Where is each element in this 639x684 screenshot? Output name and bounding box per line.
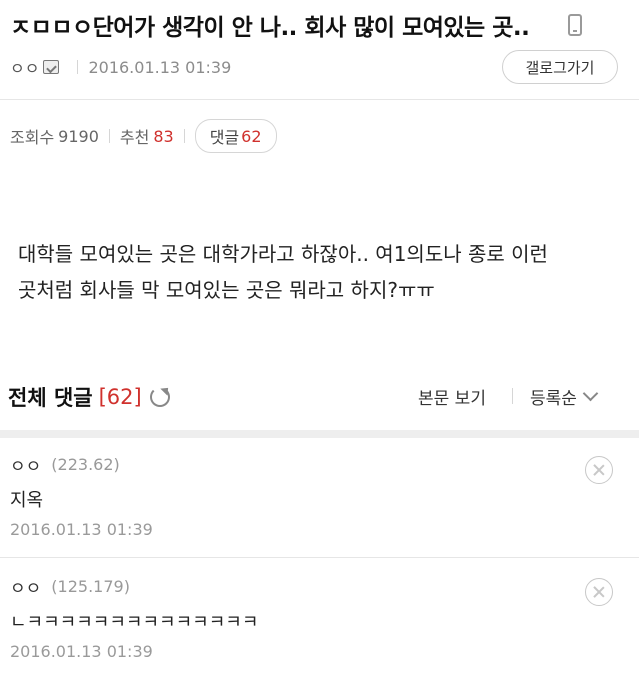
comments-label: 댓글 <box>209 128 240 147</box>
refresh-icon[interactable] <box>149 387 170 407</box>
post-title: ㅈㅁㅁㅇ단어가 생각이 안 나.. 회사 많이 모여있는 곳.. <box>10 15 530 41</box>
section-divider <box>0 430 639 438</box>
comment-item: ㅇㅇ (223.62) 지옥 2016.01.13 01:39 <box>0 440 639 558</box>
post-stats: 조회수 9190 추천 83 댓글 62 <box>10 119 277 153</box>
sort-dropdown[interactable]: 등록순 <box>530 384 599 409</box>
comments-pill[interactable]: 댓글 62 <box>194 119 277 153</box>
delete-icon[interactable] <box>585 578 613 606</box>
stats-divider <box>108 129 110 143</box>
comment-text: 지옥 <box>10 490 44 511</box>
post-header: ㅈㅁㅁㅇ단어가 생각이 안 나.. 회사 많이 모여있는 곳.. ㅇㅇ 2016… <box>0 0 639 100</box>
views-count: 9190 <box>58 126 99 146</box>
comment-author-row: ㅇㅇ (223.62) <box>10 452 120 477</box>
comment-date: 2016.01.13 01:39 <box>10 642 153 661</box>
delete-icon[interactable] <box>585 456 613 484</box>
stats-divider <box>183 129 185 143</box>
comments-title: 전체 댓글 [62] <box>8 382 170 412</box>
comment-date: 2016.01.13 01:39 <box>10 520 153 539</box>
views-label: 조회수 <box>10 128 55 147</box>
post-body-line: 대학들 모여있는 곳은 대학가라고 하잖아.. 여1의도나 종로 이런 <box>18 242 548 266</box>
comment-item: ㅇㅇ (125.179) ㄴㅋㅋㅋㅋㅋㅋㅋㅋㅋㅋㅋㅋㅋㅋ 2016.01.13 … <box>0 562 639 684</box>
meta-divider <box>77 60 79 74</box>
post-body-line: 곳처럼 회사들 막 모여있는 곳은 뭐라고 하지?ㅠㅠ <box>18 278 435 302</box>
header-divider <box>512 388 513 404</box>
comment-ip: (125.179) <box>51 577 130 596</box>
recommend-count: 83 <box>153 126 174 146</box>
post-body: 대학들 모여있는 곳은 대학가라고 하잖아.. 여1의도나 종로 이런 곳처럼 … <box>18 236 618 308</box>
gallery-button[interactable]: 갤로그가기 <box>502 50 618 84</box>
comment-author[interactable]: ㅇㅇ <box>10 452 41 477</box>
post-author[interactable]: ㅇㅇ <box>10 55 39 79</box>
comments-header: 전체 댓글 [62] 본문 보기 등록순 <box>0 372 639 430</box>
nickname-icon <box>43 60 60 74</box>
comment-author[interactable]: ㅇㅇ <box>10 574 41 599</box>
recommend-label: 추천 <box>119 128 150 147</box>
comment-author-row: ㅇㅇ (125.179) <box>10 574 130 599</box>
comment-ip: (223.62) <box>51 455 120 474</box>
comments-count: 62 <box>241 126 262 146</box>
mobile-icon <box>568 14 582 36</box>
post-meta: ㅇㅇ 2016.01.13 01:39 <box>10 55 232 79</box>
comments-total-count: [62] <box>98 385 142 409</box>
chevron-down-icon <box>582 385 599 402</box>
comments-title-text: 전체 댓글 <box>8 386 93 410</box>
view-body-button[interactable]: 본문 보기 <box>418 384 486 409</box>
sort-label: 등록순 <box>530 389 577 409</box>
comment-text: ㄴㅋㅋㅋㅋㅋㅋㅋㅋㅋㅋㅋㅋㅋㅋ <box>10 612 259 633</box>
post-date: 2016.01.13 01:39 <box>88 57 232 77</box>
